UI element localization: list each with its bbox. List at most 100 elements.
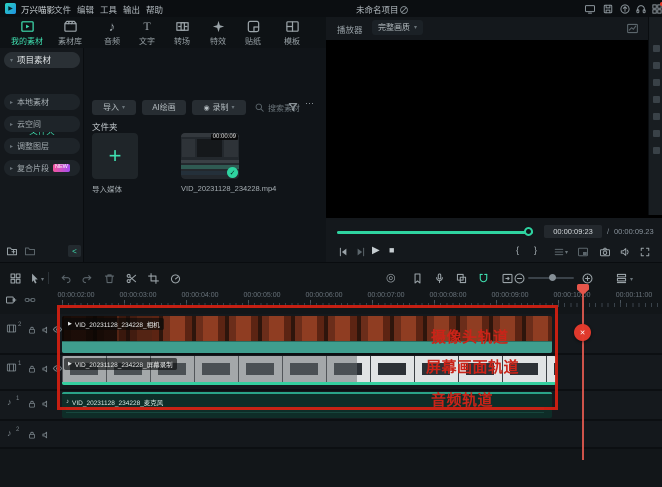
- menu-file[interactable]: 文件: [54, 4, 71, 16]
- tab-stickers[interactable]: 贴纸: [231, 19, 275, 47]
- screen-record-icon[interactable]: [584, 3, 596, 15]
- render-preview-icon[interactable]: ◎: [386, 271, 400, 285]
- track-lane-audio2: ♪ 2: [0, 421, 662, 449]
- undo-icon[interactable]: [58, 271, 72, 285]
- media-section-title: 文件夹: [92, 121, 118, 133]
- new-badge: NEW: [53, 164, 70, 172]
- select-tool-icon[interactable]: [27, 271, 41, 285]
- ruler-label: 00:00:03:00: [110, 292, 166, 299]
- annotation-camera-track: 摄像头轨道: [431, 326, 509, 347]
- player-label: 播放器: [337, 24, 363, 36]
- split-scissors-icon[interactable]: [124, 271, 138, 285]
- ai-paint-button[interactable]: AI绘画: [142, 100, 186, 115]
- next-frame-button[interactable]: [354, 245, 367, 258]
- search-icon[interactable]: [254, 102, 265, 113]
- filter-icon[interactable]: [287, 101, 299, 113]
- playback-list-button[interactable]: [552, 245, 565, 258]
- mark-in-button[interactable]: {: [516, 245, 529, 258]
- snap-magnet-icon[interactable]: [476, 271, 490, 285]
- speed-tool-icon[interactable]: [168, 271, 182, 285]
- track-number: 1: [18, 361, 21, 367]
- zoom-in-icon[interactable]: [580, 271, 594, 285]
- voiceover-mic-icon[interactable]: [432, 271, 446, 285]
- video-thumbnail-tile[interactable]: 00:00:09 ✓: [181, 133, 239, 179]
- sidebar-project-media[interactable]: ▾ 项目素材: [4, 52, 80, 68]
- menu-export[interactable]: 输出: [123, 4, 140, 16]
- import-button[interactable]: 导入▾: [92, 100, 136, 115]
- tab-templates[interactable]: 模板: [270, 19, 314, 47]
- chevron-down-icon[interactable]: ▾: [41, 276, 44, 283]
- mute-speaker-icon[interactable]: [40, 429, 51, 440]
- scope-icon[interactable]: [626, 22, 639, 35]
- ruler-label: 00:00:08:00: [420, 292, 476, 299]
- tab-my-media[interactable]: 我的素材: [5, 19, 49, 47]
- redo-icon[interactable]: [80, 271, 94, 285]
- zoom-out-icon[interactable]: [512, 271, 526, 285]
- sidebar-compound-clip[interactable]: ▸ 复合片段 NEW: [4, 160, 80, 176]
- timeline-zoom-knob[interactable]: [549, 274, 556, 281]
- preview-header: 播放器 完整画质▾: [326, 17, 662, 40]
- marker-icon[interactable]: [410, 271, 424, 285]
- seek-knob[interactable]: [524, 227, 533, 236]
- fullscreen-button[interactable]: [638, 245, 651, 258]
- collapse-panel-button[interactable]: <: [68, 245, 81, 257]
- quality-dropdown[interactable]: 完整画质▾: [372, 20, 423, 35]
- record-button[interactable]: ◉ 录制▾: [192, 100, 246, 115]
- volume-button[interactable]: [618, 245, 631, 258]
- snapshot-camera-button[interactable]: [598, 245, 611, 258]
- track-height-icon[interactable]: [614, 271, 628, 285]
- chevron-down-icon[interactable]: ▾: [630, 276, 633, 283]
- preview-controls: 00:00:09:23 / 00:00:09.23 ▶ ■ { } ▾: [326, 218, 662, 262]
- ruler-label: 00:00:05:00: [234, 292, 290, 299]
- lock-icon[interactable]: [26, 429, 37, 440]
- mark-out-button[interactable]: }: [534, 245, 547, 258]
- mute-speaker-icon[interactable]: [40, 324, 51, 335]
- panel-glyph: [653, 113, 660, 120]
- lock-icon[interactable]: [26, 363, 37, 374]
- sidebar-cloud[interactable]: ▸ 云空间: [4, 116, 80, 132]
- thumb-detail: [197, 139, 222, 157]
- seek-bar[interactable]: [337, 231, 533, 234]
- save-icon[interactable]: [602, 3, 614, 15]
- chevron-down-icon: ▾: [122, 104, 125, 111]
- previous-frame-button[interactable]: [336, 245, 349, 258]
- apps-grid-icon[interactable]: [651, 3, 662, 15]
- menu-help[interactable]: 帮助: [146, 4, 163, 16]
- pip-display-button[interactable]: [576, 245, 589, 258]
- time-separator: /: [607, 227, 609, 236]
- sidebar-local-media[interactable]: ▸ 本地素材: [4, 94, 80, 110]
- link-icon[interactable]: [24, 294, 36, 306]
- chevron-right-icon: ▸: [10, 121, 13, 128]
- crop-tool-icon[interactable]: [146, 271, 160, 285]
- lock-icon[interactable]: [26, 324, 37, 335]
- lock-icon[interactable]: [26, 398, 37, 409]
- more-options-button[interactable]: ···: [305, 98, 314, 108]
- support-headset-icon[interactable]: [635, 3, 647, 15]
- export-share-icon[interactable]: [619, 3, 631, 15]
- menu-edit[interactable]: 编辑: [77, 4, 94, 16]
- sidebar-adjustment-layer[interactable]: ▸ 调整图层: [4, 138, 80, 154]
- play-button[interactable]: ▶: [372, 245, 385, 258]
- playhead-line[interactable]: [582, 284, 584, 460]
- add-track-icon[interactable]: [5, 294, 17, 306]
- right-collapsed-panel[interactable]: [648, 17, 662, 215]
- tab-stock-media[interactable]: 素材库: [48, 19, 92, 47]
- app-logo-icon[interactable]: ▶: [5, 3, 16, 14]
- chevron-right-icon: ▸: [10, 165, 13, 172]
- import-media-tile[interactable]: +: [92, 133, 138, 179]
- layout-grid-icon[interactable]: [8, 271, 22, 285]
- folder-icon[interactable]: [24, 245, 36, 257]
- menu-tools[interactable]: 工具: [100, 4, 117, 16]
- overwrite-clip-icon[interactable]: [454, 271, 468, 285]
- mute-speaker-icon[interactable]: [40, 398, 51, 409]
- record-icon: ◉: [203, 104, 209, 112]
- project-title: 未命名项目: [356, 4, 399, 16]
- current-timecode[interactable]: 00:00:09:23: [544, 225, 602, 238]
- annotation-marker-dot: ✕: [574, 324, 591, 341]
- delete-trash-icon[interactable]: [102, 271, 116, 285]
- preview-viewport[interactable]: [326, 40, 662, 218]
- mute-speaker-icon[interactable]: [40, 363, 51, 374]
- stop-button[interactable]: ■: [389, 245, 402, 258]
- panel-glyph: [653, 62, 660, 69]
- new-folder-icon[interactable]: [6, 245, 18, 257]
